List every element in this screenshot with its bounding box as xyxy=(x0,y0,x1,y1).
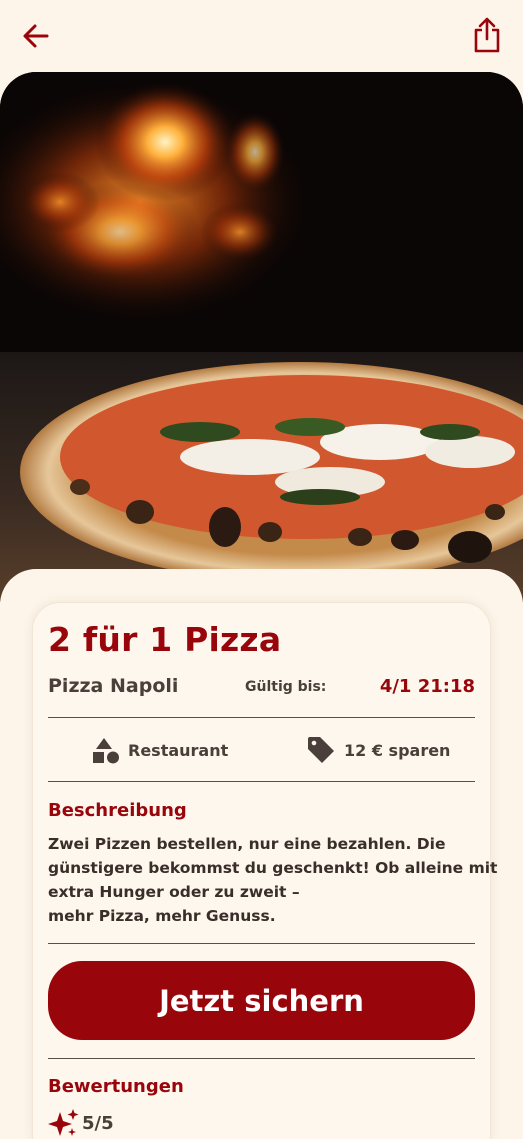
description-line: extra Hunger oder zu zweit – xyxy=(48,883,300,901)
valid-until-label: Gültig bis: xyxy=(245,679,327,695)
category-badge: Restaurant xyxy=(92,735,228,765)
claim-deal-button[interactable]: Jetzt sichern xyxy=(48,961,475,1040)
share-icon xyxy=(474,17,500,53)
back-button[interactable] xyxy=(16,16,56,56)
rating-display[interactable]: 5/5 xyxy=(48,1108,114,1138)
deal-title: 2 für 1 Pizza xyxy=(48,620,282,659)
merchant-name[interactable]: Pizza Napoli xyxy=(48,675,178,697)
description-line: Zwei Pizzen bestellen, nur eine bezahlen… xyxy=(48,835,446,853)
divider xyxy=(48,1058,475,1059)
price-tag-icon xyxy=(308,737,334,763)
top-bar xyxy=(0,0,523,72)
divider xyxy=(48,943,475,944)
valid-until-value: 4/1 21:18 xyxy=(379,676,475,697)
sparkles-icon xyxy=(48,1109,79,1136)
description-line: günstigere bekommst du geschenkt! Ob all… xyxy=(48,859,498,877)
description-line: mehr Pizza, mehr Genuss. xyxy=(48,907,276,925)
hero-image xyxy=(0,72,523,602)
savings-badge: 12 € sparen xyxy=(306,735,450,765)
divider xyxy=(48,781,475,782)
category-label: Restaurant xyxy=(128,740,229,760)
pizza-photo xyxy=(0,72,523,602)
arrow-left-icon xyxy=(23,24,49,48)
description-text: Zwei Pizzen bestellen, nur eine bezahlen… xyxy=(48,832,498,928)
savings-label: 12 € sparen xyxy=(344,740,451,760)
divider xyxy=(48,717,475,718)
shapes-icon xyxy=(93,738,119,764)
description-heading: Beschreibung xyxy=(48,800,187,821)
rating-value: 5/5 xyxy=(82,1112,114,1134)
reviews-heading: Bewertungen xyxy=(48,1076,184,1097)
share-button[interactable] xyxy=(469,14,505,56)
